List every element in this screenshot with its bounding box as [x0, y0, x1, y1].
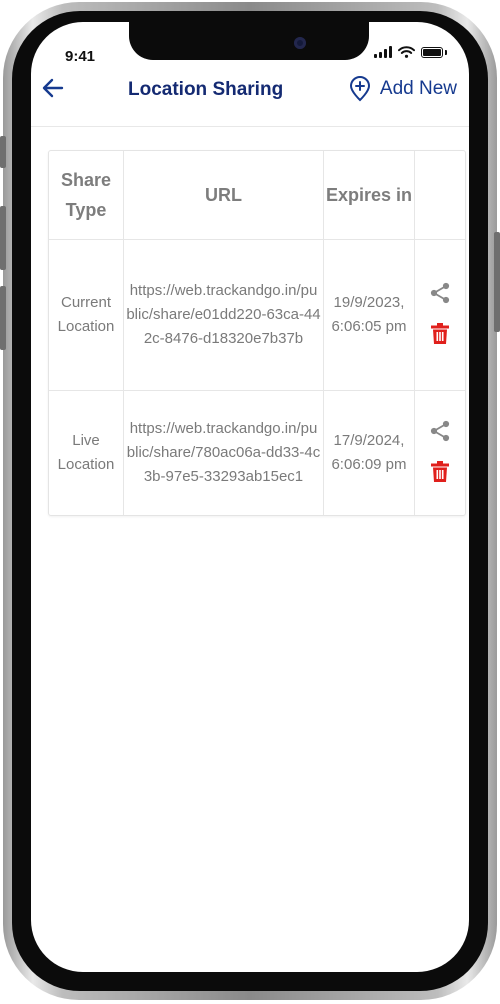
status-icons [374, 46, 447, 58]
add-new-button[interactable]: Add New [348, 76, 457, 102]
back-button[interactable] [41, 76, 65, 104]
row1-share-button[interactable] [429, 282, 451, 309]
header-expires-in: Expires in [325, 185, 413, 205]
row2-share-button[interactable] [429, 420, 451, 447]
trash-icon [431, 322, 449, 344]
notch [129, 22, 369, 60]
app-screen: 9:41 Location Sharing Add New Share Type… [31, 22, 469, 972]
back-arrow-icon [42, 78, 64, 98]
trash-icon [431, 460, 449, 482]
front-camera [294, 37, 306, 49]
share-icon [430, 420, 450, 441]
row2-share-type: Live Location [57, 432, 115, 473]
row2-delete-button[interactable] [431, 460, 449, 487]
row2-actions [415, 391, 465, 515]
header-share-type: Share Type [60, 170, 112, 220]
battery-icon [421, 46, 443, 58]
header-actions [415, 151, 465, 239]
status-time: 9:41 [65, 48, 96, 65]
row1-actions [415, 240, 465, 390]
row1-share-type: Current Location [57, 294, 115, 335]
add-location-icon [349, 76, 370, 102]
signal-icon [374, 46, 392, 58]
mute-switch [0, 136, 6, 168]
page-title: Location Sharing [128, 79, 284, 100]
wifi-icon [398, 46, 415, 58]
volume-down-button [0, 286, 6, 350]
location-share-table: Share Type URL Expires in Current Locati… [48, 150, 466, 516]
row1-url: https://web.trackandgo.in/public/share/e… [126, 282, 321, 347]
power-button [494, 232, 500, 332]
add-new-label: Add New [379, 78, 457, 99]
header-url: URL [205, 185, 242, 205]
row1-delete-button[interactable] [431, 322, 449, 349]
battery-tip [445, 49, 447, 55]
app-header: Location Sharing Add New [31, 70, 469, 127]
row2-url: https://web.trackandgo.in/public/share/7… [126, 420, 321, 485]
row1-expires: 19/9/2023, 6:06:05 pm [331, 294, 407, 335]
row2-expires: 17/9/2024, 6:06:09 pm [331, 432, 407, 473]
share-icon [430, 282, 450, 303]
volume-up-button [0, 206, 6, 270]
